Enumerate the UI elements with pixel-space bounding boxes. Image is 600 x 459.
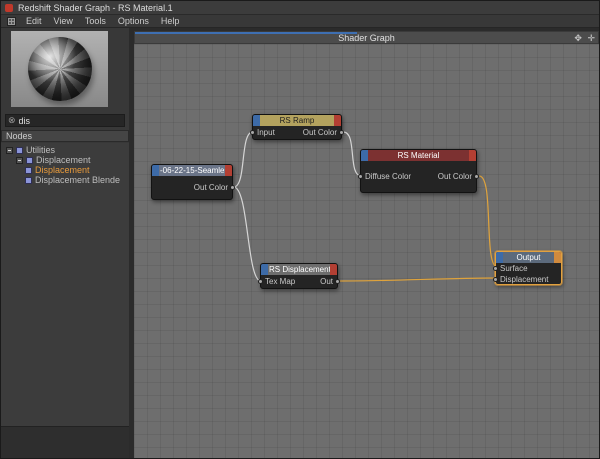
menu-options[interactable]: Options	[112, 16, 155, 26]
node-seamless-texture[interactable]: -06-22-15-Seamless Out Color	[151, 164, 233, 200]
port-label-displacement: Displacement	[500, 275, 548, 284]
titlebar[interactable]: Redshift Shader Graph - RS Material.1	[1, 1, 599, 15]
node-rs-material[interactable]: RS Material Diffuse Color Out Color	[360, 149, 477, 193]
collapse-icon[interactable]	[16, 157, 23, 164]
tree-label: Utilities	[26, 145, 55, 155]
header-red-cap	[334, 115, 341, 126]
node-title: RS Ramp	[260, 115, 334, 126]
input-port-dot[interactable]	[493, 266, 498, 271]
material-preview[interactable]	[11, 31, 108, 107]
port-label-out: Out	[320, 277, 333, 286]
port-label-input: Input	[257, 128, 275, 137]
clear-search-icon[interactable]: ⊗	[8, 115, 16, 126]
wire-ramp-to-material[interactable]	[343, 132, 361, 176]
tree-item-displacement-blender[interactable]: Displacement Blende	[1, 175, 129, 185]
node-output[interactable]: Output Surface Displacement	[495, 251, 562, 285]
tree-label: Displacement	[36, 155, 91, 165]
node-body: Input Out Color	[253, 126, 341, 139]
menu-tools[interactable]: Tools	[79, 16, 112, 26]
menu-help[interactable]: Help	[155, 16, 186, 26]
node-tree: Utilities Displacement Displacement Disp…	[1, 143, 129, 426]
node-header[interactable]: RS Material	[361, 150, 476, 161]
header-blue-cap	[361, 150, 368, 161]
output-port-dot[interactable]	[230, 185, 235, 190]
menu-edit[interactable]: Edit	[20, 16, 48, 26]
node-header[interactable]: RS Ramp	[253, 115, 341, 126]
port-label-out-color: Out Color	[438, 172, 472, 181]
sidebar-bottom-panel	[1, 426, 129, 459]
node-rs-ramp[interactable]: RS Ramp Input Out Color	[252, 114, 342, 140]
node-body: Out Color	[152, 176, 232, 199]
tree-item-displacement[interactable]: Displacement	[1, 165, 129, 175]
output-port-dot[interactable]	[474, 174, 479, 179]
folder-icon	[16, 147, 23, 154]
header-red-cap	[225, 165, 232, 176]
menubar: Edit View Tools Options Help	[1, 15, 599, 28]
node-header[interactable]: -06-22-15-Seamless	[152, 165, 232, 176]
collapse-icon[interactable]	[6, 147, 13, 154]
node-title: RS Material	[368, 150, 469, 161]
input-port-dot[interactable]	[258, 279, 263, 284]
node-type-icon	[25, 177, 32, 184]
nodes-panel-header[interactable]: Nodes	[1, 130, 129, 142]
shader-graph-panel: Shader Graph ✥ ✛ -	[134, 28, 599, 459]
node-body: Tex Map Out	[261, 275, 337, 288]
tree-label: Displacement Blende	[35, 175, 120, 185]
input-port-dot[interactable]	[250, 130, 255, 135]
node-graph-canvas[interactable]: -06-22-15-Seamless Out Color RS Ram	[134, 44, 599, 459]
header-blue-cap	[152, 165, 159, 176]
menu-grid-icon[interactable]	[7, 17, 16, 26]
output-port-dot[interactable]	[335, 279, 340, 284]
wire-seamless-to-ramp[interactable]	[234, 132, 253, 187]
header-blue-cap	[496, 252, 503, 263]
header-blue-cap	[261, 264, 268, 275]
node-body: Surface Displacement	[496, 263, 561, 285]
node-title: RS Displacement	[268, 264, 330, 275]
node-header[interactable]: Output	[496, 252, 561, 263]
pan-view-icon[interactable]: ✥	[574, 33, 582, 43]
port-label-out-color: Out Color	[303, 128, 337, 137]
main-area: ⊗ Nodes Utilities Displacement	[1, 28, 599, 459]
shader-graph-title: Shader Graph	[338, 33, 395, 43]
wire-seamless-to-displacement[interactable]	[234, 187, 261, 281]
header-red-cap	[469, 150, 476, 161]
tree-item-utilities[interactable]: Utilities	[1, 145, 129, 155]
node-type-icon	[25, 167, 32, 174]
port-label-surface: Surface	[500, 264, 528, 273]
window-title: Redshift Shader Graph - RS Material.1	[18, 3, 173, 13]
header-blue-cap	[253, 115, 260, 126]
port-label-diffuse-color: Diffuse Color	[365, 172, 411, 181]
redshift-logo-icon	[5, 4, 13, 12]
input-port-dot[interactable]	[493, 277, 498, 282]
port-label-out-color: Out Color	[194, 183, 228, 192]
search-input[interactable]	[19, 115, 122, 126]
node-title: Output	[503, 252, 554, 263]
tree-item-displacement-group[interactable]: Displacement	[1, 155, 129, 165]
node-type-icon	[26, 157, 33, 164]
tree-label: Displacement	[35, 165, 90, 175]
output-port-dot[interactable]	[339, 130, 344, 135]
header-orange-cap	[554, 252, 561, 263]
node-rs-displacement[interactable]: RS Displacement Tex Map Out	[260, 263, 338, 289]
header-red-cap	[330, 264, 337, 275]
shader-graph-header[interactable]: Shader Graph ✥ ✛	[134, 31, 599, 44]
node-body: Diffuse Color Out Color	[361, 161, 476, 192]
port-label-tex-map: Tex Map	[265, 277, 295, 286]
node-header[interactable]: RS Displacement	[261, 264, 337, 275]
header-icons: ✥ ✛	[571, 32, 595, 44]
node-search-box: ⊗	[5, 114, 125, 127]
nodes-panel-label: Nodes	[6, 131, 32, 141]
input-port-dot[interactable]	[358, 174, 363, 179]
menu-view[interactable]: View	[48, 16, 79, 26]
dock-panel-icon[interactable]: ✛	[587, 33, 595, 43]
wire-displacement-to-output[interactable]	[339, 278, 497, 281]
redshift-shader-graph-window: Redshift Shader Graph - RS Material.1 Ed…	[0, 0, 600, 459]
active-panel-accent	[135, 32, 357, 34]
sidebar: ⊗ Nodes Utilities Displacement	[1, 28, 134, 459]
preview-sphere	[28, 37, 92, 101]
node-title: -06-22-15-Seamless	[159, 165, 225, 176]
